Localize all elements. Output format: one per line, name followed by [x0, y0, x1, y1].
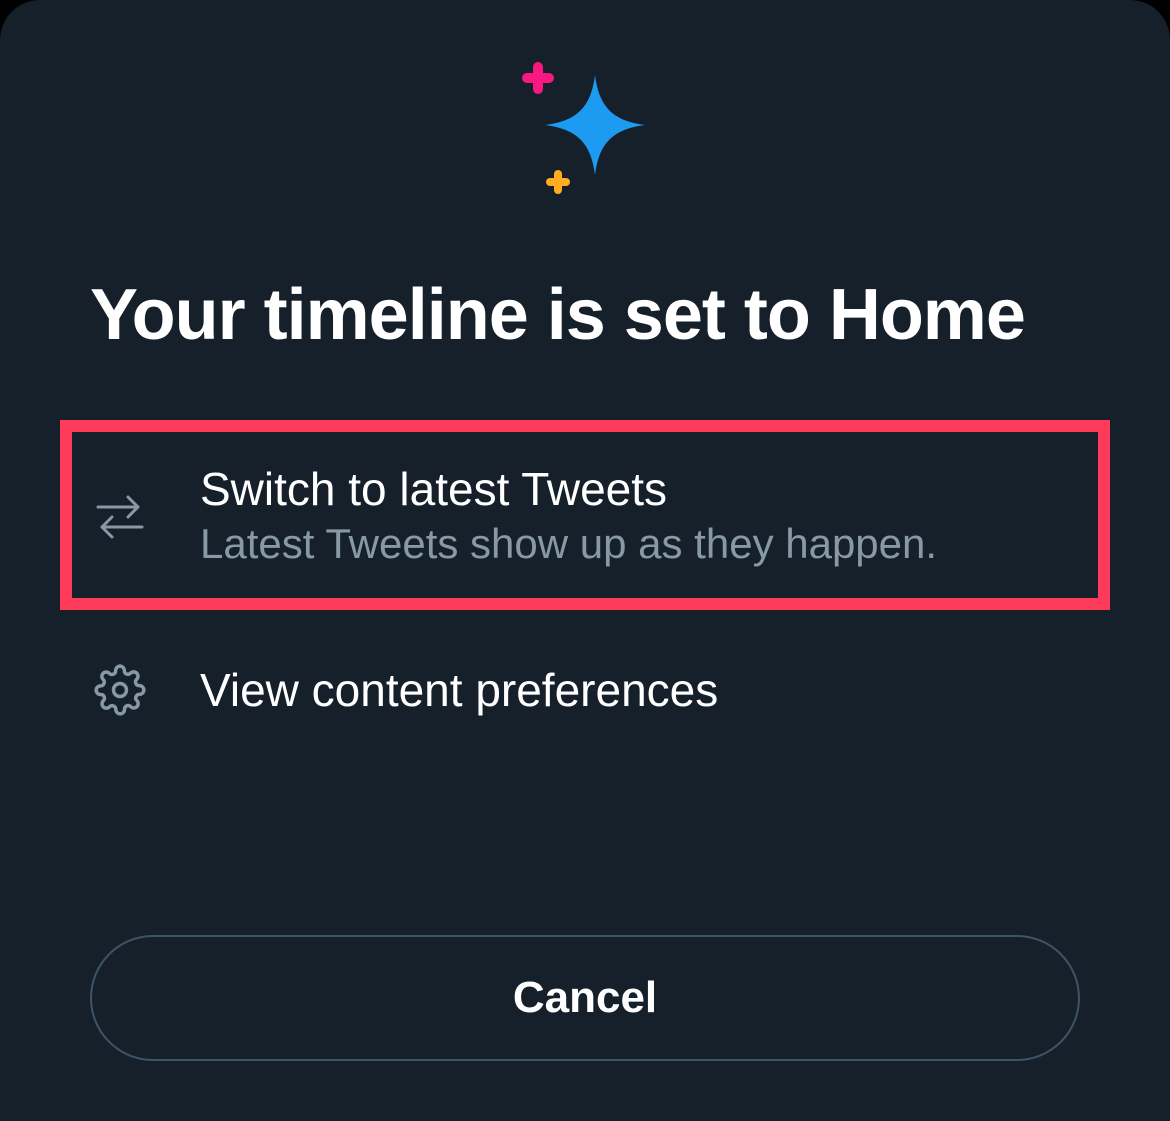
timeline-settings-sheet: Your timeline is set to Home Switch to l… [0, 0, 1170, 1121]
sparkle-illustration [90, 60, 1080, 210]
view-content-preferences-option[interactable]: View content preferences [90, 640, 1080, 740]
swap-arrows-icon [90, 485, 150, 545]
switch-option-subtitle: Latest Tweets show up as they happen. [200, 520, 937, 568]
preferences-option-title: View content preferences [200, 663, 718, 717]
sparkle-icon [510, 60, 660, 210]
gear-icon [90, 660, 150, 720]
switch-latest-tweets-option[interactable]: Switch to latest Tweets Latest Tweets sh… [90, 462, 1080, 568]
cancel-button[interactable]: Cancel [90, 935, 1080, 1061]
switch-option-text: Switch to latest Tweets Latest Tweets sh… [200, 462, 937, 568]
switch-option-title: Switch to latest Tweets [200, 462, 937, 516]
sheet-title: Your timeline is set to Home [90, 270, 1080, 360]
highlighted-option-frame: Switch to latest Tweets Latest Tweets sh… [60, 420, 1110, 610]
preferences-option-text: View content preferences [200, 663, 718, 717]
